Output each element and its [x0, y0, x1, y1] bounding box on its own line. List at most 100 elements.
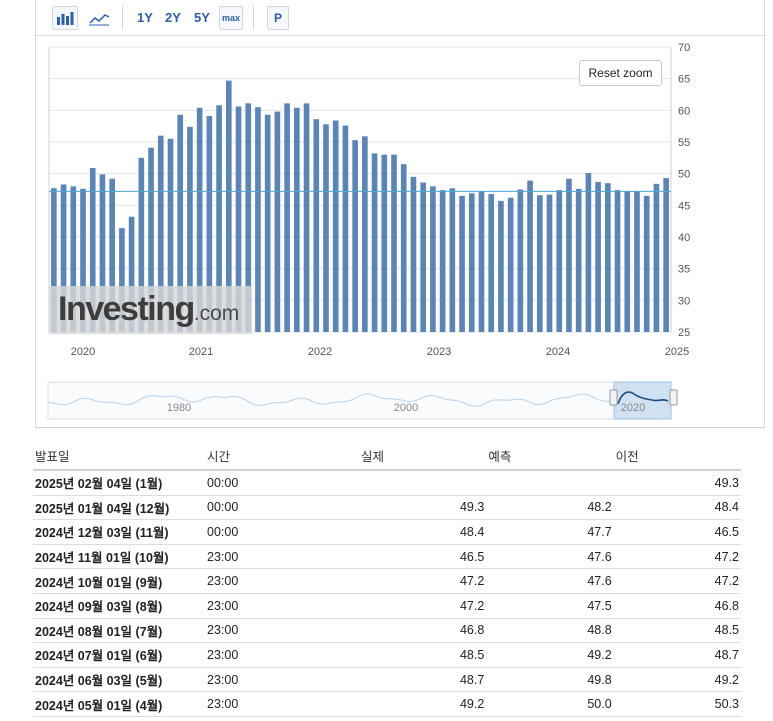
header-previous[interactable]: 이전 [613, 441, 741, 471]
bar[interactable] [488, 193, 495, 332]
time-cell: 23:00 [205, 593, 359, 619]
forecast-cell: 47.6 [486, 544, 614, 570]
bar[interactable] [634, 191, 640, 332]
reset-zoom-button[interactable]: Reset zoom [579, 60, 662, 86]
bar[interactable] [255, 107, 261, 333]
bar[interactable] [498, 200, 504, 332]
header-forecast[interactable]: 예측 [486, 441, 614, 471]
previous-cell: 46.5 [613, 519, 741, 545]
bar[interactable] [507, 197, 514, 332]
bar[interactable] [332, 120, 339, 332]
actual-cell: 49.3 [359, 495, 487, 521]
bar[interactable] [653, 183, 660, 332]
bar-chart-button[interactable] [52, 6, 78, 30]
bar[interactable] [430, 186, 436, 332]
bar[interactable] [585, 173, 592, 332]
line-chart-button[interactable] [86, 6, 112, 30]
forecast-cell: 48.8 [486, 618, 614, 644]
bar[interactable] [284, 103, 290, 332]
header-date[interactable]: 발표일 [33, 441, 205, 471]
y-tick-label: 55 [678, 137, 690, 149]
bar-chart-icon [57, 12, 74, 25]
x-tick-label: 2025 [665, 346, 689, 358]
forecast-cell: 49.8 [486, 667, 614, 693]
forecast-cell [486, 470, 614, 496]
bar[interactable] [439, 190, 446, 332]
bar[interactable] [556, 190, 563, 332]
y-tick-label: 60 [678, 105, 690, 117]
table-row: 2024년 08월 01일 (7월) 23:00 46.8 48.8 48.5 [33, 618, 741, 644]
time-cell: 23:00 [205, 544, 359, 570]
date-cell: 2025년 02월 04일 (1월) [33, 470, 205, 496]
time-cell: 23:00 [205, 568, 359, 594]
date-cell: 2024년 07월 01일 (6월) [33, 642, 205, 668]
bar[interactable] [643, 195, 650, 332]
navigator-handle[interactable] [669, 389, 678, 406]
table-row: 2025년 01월 04일 (12월) 00:00 49.3 48.2 48.4 [33, 495, 741, 521]
chart-navigator[interactable]: 1980 2000 2020 [36, 376, 764, 422]
bar[interactable] [459, 195, 465, 332]
bar[interactable] [624, 191, 631, 332]
bar[interactable] [274, 111, 281, 332]
range-max-button[interactable]: max [219, 6, 243, 30]
range-1y-button[interactable]: 1Y [137, 6, 153, 30]
date-cell: 2024년 08월 01일 (7월) [33, 618, 205, 644]
bar[interactable] [352, 140, 358, 332]
header-time[interactable]: 시간 [205, 441, 359, 471]
bar[interactable] [294, 107, 300, 332]
bar[interactable] [517, 189, 524, 333]
navigator-track[interactable] [47, 381, 672, 420]
bar[interactable] [566, 178, 572, 332]
previous-cell: 46.8 [613, 593, 741, 619]
bar[interactable] [420, 182, 426, 332]
range-2y-button[interactable]: 2Y [165, 6, 181, 30]
x-tick-label: 2023 [427, 346, 451, 358]
bar[interactable] [400, 164, 407, 332]
bar[interactable] [605, 183, 611, 332]
bar[interactable] [614, 190, 621, 332]
range-5y-button[interactable]: 5Y [194, 6, 210, 30]
time-cell: 00:00 [205, 470, 359, 496]
x-tick-label: 2021 [189, 346, 213, 358]
time-cell: 00:00 [205, 495, 359, 521]
table-row: 2024년 06월 03일 (5월) 23:00 48.7 49.8 49.2 [33, 667, 741, 693]
bar[interactable] [468, 193, 475, 332]
bar[interactable] [546, 194, 553, 332]
bar[interactable] [478, 191, 485, 332]
p-button[interactable]: P [267, 6, 289, 30]
table-row: 2024년 05월 01일 (4월) 23:00 49.2 50.0 50.3 [33, 691, 741, 717]
chart-toolbar: 1Y 2Y 5Y max P [36, 0, 764, 36]
actual-cell [359, 470, 487, 496]
forecast-cell: 47.7 [486, 519, 614, 545]
navigator-year-label: 1980 [167, 402, 191, 414]
y-tick-label: 30 [678, 295, 690, 307]
bar[interactable] [342, 125, 349, 333]
date-cell: 2024년 10월 01일 (9월) [33, 568, 205, 594]
previous-cell: 49.2 [613, 667, 741, 693]
navigator-handle[interactable] [609, 389, 618, 406]
bar[interactable] [323, 124, 329, 333]
watermark-logo: Investing.com [58, 290, 240, 328]
bar[interactable] [303, 103, 310, 332]
line-chart-icon [89, 14, 110, 26]
bar[interactable] [264, 114, 271, 333]
bar[interactable] [575, 188, 582, 332]
header-actual[interactable]: 실제 [359, 441, 487, 471]
forecast-cell: 48.2 [486, 495, 614, 521]
bar[interactable] [410, 176, 417, 332]
bar[interactable] [449, 188, 456, 332]
previous-cell: 47.2 [613, 568, 741, 594]
bar[interactable] [595, 181, 601, 332]
bar[interactable] [371, 153, 378, 332]
date-cell: 2024년 12월 03일 (11월) [33, 519, 205, 545]
y-tick-label: 35 [678, 264, 690, 276]
bar[interactable] [663, 178, 669, 332]
actual-cell: 47.2 [359, 593, 487, 619]
table-row: 2024년 12월 03일 (11월) 00:00 48.4 47.7 46.5 [33, 519, 741, 545]
bar[interactable] [381, 154, 388, 332]
bar[interactable] [391, 154, 397, 332]
bar[interactable] [362, 136, 368, 332]
bar[interactable] [527, 180, 533, 332]
bar[interactable] [536, 195, 543, 332]
bar[interactable] [313, 119, 320, 332]
